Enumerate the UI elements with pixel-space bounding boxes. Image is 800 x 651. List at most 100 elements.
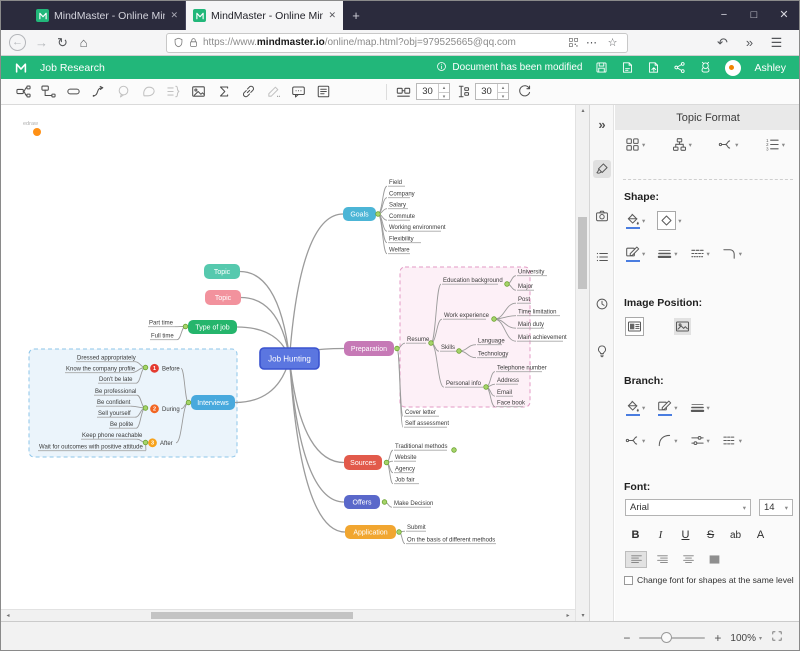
collapse-dot[interactable]: [376, 212, 381, 217]
branch-node-label[interactable]: Application: [353, 529, 387, 536]
collapse-dot[interactable]: [384, 460, 389, 465]
mindmap-topic[interactable]: Resume: [407, 337, 430, 343]
tab-close-icon[interactable]: ✕: [328, 10, 336, 21]
mindmap-topic[interactable]: Self assessment: [405, 421, 449, 427]
formula-button[interactable]: [213, 82, 233, 102]
mindmap-topic[interactable]: Main duty: [518, 322, 544, 328]
same-level-font-checkbox[interactable]: [624, 576, 633, 585]
mindmap-topic[interactable]: Email: [497, 390, 512, 396]
floating-topic-button[interactable]: [63, 82, 83, 102]
mindmap-topic[interactable]: Field: [389, 180, 402, 186]
dropdown-caret-icon[interactable]: ▾: [735, 141, 738, 149]
dropdown-caret-icon[interactable]: ▾: [689, 141, 692, 149]
publish-icon[interactable]: [647, 61, 660, 74]
mindmap-topic[interactable]: Be confident: [97, 400, 131, 406]
mindmap-topic[interactable]: Address: [497, 378, 519, 384]
text-highlight-button[interactable]: ab: [725, 530, 746, 541]
mindmap-topic[interactable]: During: [162, 407, 180, 413]
bulb-icon[interactable]: [593, 342, 611, 360]
v-spacing-input[interactable]: 30 ▴▾: [475, 83, 509, 100]
vertical-scroll-thumb[interactable]: [578, 217, 587, 289]
mindmap-topic[interactable]: Telephone number: [497, 366, 547, 372]
mindmap-topic[interactable]: Salary: [389, 203, 406, 209]
collapse-dot[interactable]: [492, 317, 497, 322]
mindmap-topic[interactable]: Language: [478, 339, 505, 345]
document-title[interactable]: Job Research: [40, 62, 105, 74]
connector-style-button[interactable]: ▾: [718, 137, 738, 152]
branch-line-style-button[interactable]: ▾: [722, 433, 742, 448]
branch-fill-color-button[interactable]: ▾: [625, 399, 645, 416]
mindmap-topic[interactable]: Cover letter: [405, 410, 436, 416]
shape-line-weight-button[interactable]: ▾: [657, 246, 677, 261]
back-button[interactable]: ←: [9, 34, 26, 51]
horizontal-scrollbar[interactable]: ◂ ▸: [1, 609, 575, 621]
dropdown-caret-icon[interactable]: ▾: [739, 437, 742, 445]
branch-curve-button[interactable]: ▾: [657, 433, 677, 448]
branch-node-label[interactable]: Sources: [350, 460, 376, 467]
mindmap-topic[interactable]: Post: [518, 297, 530, 303]
collapse-dot[interactable]: [457, 349, 462, 354]
dropdown-caret-icon[interactable]: ▾: [642, 141, 645, 149]
dropdown-caret-icon[interactable]: ▾: [707, 404, 710, 412]
mindmap-topic[interactable]: Be polite: [110, 422, 134, 428]
feedback-icon[interactable]: [699, 61, 712, 74]
dropdown-caret-icon[interactable]: ▾: [642, 250, 645, 258]
mindmaster-logo-icon[interactable]: [14, 61, 28, 75]
branch-node-label[interactable]: Offers: [353, 499, 372, 506]
username[interactable]: Ashley: [754, 62, 786, 74]
branch-connector-style-button[interactable]: ▾: [625, 433, 645, 448]
image-position-fill-button[interactable]: [674, 318, 691, 335]
collapse-dot[interactable]: [395, 346, 400, 351]
mindmap-topic[interactable]: Personal info: [446, 381, 482, 387]
font-color-button[interactable]: A: [750, 529, 771, 541]
reload-button[interactable]: ↻: [52, 35, 73, 51]
align-left-button[interactable]: [625, 551, 647, 568]
mindmap-topic[interactable]: Traditional methods: [395, 444, 447, 450]
comment-button[interactable]: [288, 82, 308, 102]
mindmap-topic[interactable]: Time limitation: [518, 310, 556, 316]
dropdown-caret-icon[interactable]: ▾: [707, 437, 710, 445]
mindmap-canvas[interactable]: Field Company Salary Commute Working environ…: [1, 105, 575, 609]
scroll-down-icon[interactable]: ▾: [576, 612, 590, 619]
vertical-scrollbar[interactable]: ▴ ▾: [575, 105, 589, 621]
dropdown-caret-icon[interactable]: ▾: [642, 437, 645, 445]
url-text[interactable]: https://www.mindmaster.io/online/map.htm…: [203, 37, 564, 48]
mindmap-topic[interactable]: Working environment: [389, 225, 446, 231]
home-button[interactable]: ⌂: [73, 35, 94, 50]
theme-button[interactable]: ▾: [625, 137, 645, 152]
mindmap-topic[interactable]: Sell yourself: [98, 411, 131, 417]
browser-tab[interactable]: MindMaster - Online Mind M✕: [186, 1, 343, 30]
mindmap-topic[interactable]: Agency: [395, 467, 415, 473]
mindmap-topic[interactable]: On the basis of different methods: [407, 538, 495, 544]
shape-type-button[interactable]: ▾: [657, 211, 681, 230]
branch-line-weight-button[interactable]: ▾: [690, 400, 710, 415]
scroll-left-icon[interactable]: ◂: [1, 612, 15, 619]
root-node-label[interactable]: Job Hunting: [268, 355, 311, 364]
forward-button[interactable]: →: [31, 35, 52, 50]
mindmap-topic[interactable]: Commute: [389, 214, 416, 220]
dropdown-caret-icon[interactable]: ▾: [678, 217, 681, 225]
avatar[interactable]: [725, 60, 741, 76]
collapse-dot[interactable]: [505, 282, 510, 287]
align-center-button[interactable]: [677, 551, 699, 568]
mindmap-topic[interactable]: Part time: [149, 321, 174, 327]
qr-code-icon[interactable]: [568, 37, 579, 48]
list-icon[interactable]: [593, 248, 611, 266]
font-family-select[interactable]: Arial▾: [625, 499, 751, 516]
align-justify-button[interactable]: [703, 551, 725, 568]
mindmap-topic[interactable]: Major: [518, 284, 533, 290]
shape-line-style-button[interactable]: ▾: [690, 246, 710, 261]
brush-icon[interactable]: [593, 160, 611, 178]
zoom-level[interactable]: 100%▾: [730, 633, 762, 644]
shield-icon[interactable]: [173, 37, 184, 48]
mindmap-topic[interactable]: After: [160, 441, 173, 447]
url-bar[interactable]: https://www.mindmaster.io/online/map.htm…: [166, 33, 628, 53]
underline-button[interactable]: U: [675, 529, 696, 541]
italic-button[interactable]: I: [650, 529, 671, 541]
share-icon[interactable]: [673, 61, 686, 74]
fullscreen-button[interactable]: [771, 629, 783, 647]
minimize-button[interactable]: −: [709, 1, 739, 30]
insert-topic-button[interactable]: [13, 82, 33, 102]
mindmap-topic[interactable]: Company: [389, 192, 415, 198]
font-size-select[interactable]: 14▾: [759, 499, 793, 516]
